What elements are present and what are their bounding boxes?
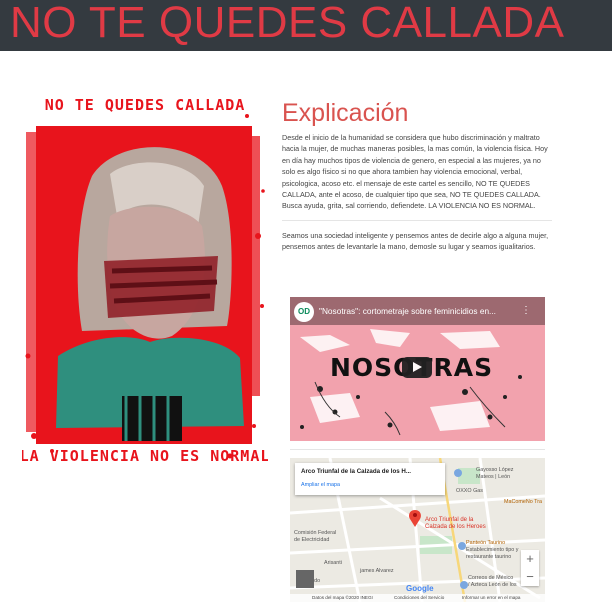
map-label: Gayosso López Mateos | León: [476, 467, 514, 480]
place-title: Arco Triunfal de la Calzada de los H...: [301, 468, 412, 475]
map-label: Comisión Federal de Electricidad: [294, 530, 337, 543]
channel-avatar[interactable]: OD: [294, 302, 314, 322]
map-label: Correos de México / Azteca León de los: [468, 575, 517, 588]
map-label: MaComeNo Tra: [504, 499, 543, 505]
map-pin-label: Arco Triunfal de la Calzada de los Heroe…: [425, 517, 486, 530]
map-data-text: Datos del mapa ©2020 INEGI: [312, 595, 373, 600]
zoom-in-button[interactable]: +: [521, 550, 539, 568]
divider: [290, 449, 545, 450]
enlarge-map-link[interactable]: Ampliar el mapa: [301, 482, 340, 488]
map-footer: Datos del mapa ©2020 INEGI Condiciones d…: [290, 594, 545, 602]
explanation-paragraph-1: Desde el inicio de la humanidad se consi…: [282, 133, 548, 211]
street-view-icon[interactable]: [296, 570, 314, 588]
zoom-control: + −: [521, 550, 539, 586]
more-vert-icon[interactable]: ⋮: [521, 305, 531, 316]
divider: [282, 219, 552, 221]
explanation-title: Explicación: [282, 99, 409, 127]
map-label: james Alvarez: [360, 568, 394, 574]
video-title[interactable]: "Nosotras": cortometraje sobre feminicid…: [319, 306, 521, 316]
poster-top-text: NO TE QUEDES CALLADA: [45, 96, 246, 114]
explanation-paragraph-2: Seamos una sociedad inteligente y pensem…: [282, 230, 549, 252]
map-label: OXXO Gas: [456, 488, 483, 494]
play-icon[interactable]: [402, 357, 432, 378]
report-error-link[interactable]: Informar un error en el mapa: [462, 595, 520, 600]
map-label: Panteón Taurino: [466, 540, 506, 546]
google-logo: Google: [406, 584, 434, 593]
poster-image: NO TE QUEDES CALLADA LA VIOLENCIA NO ES …: [22, 96, 268, 494]
terms-link[interactable]: Condiciones del Servicio: [394, 595, 444, 600]
map-label: Arisanti: [324, 560, 342, 566]
site-header: NO TE QUEDES CALLADA: [0, 0, 612, 51]
site-title: NO TE QUEDES CALLADA: [10, 0, 565, 47]
explanation-section: Explicación Desde el inicio de la humani…: [282, 97, 552, 253]
zoom-out-button[interactable]: −: [521, 568, 539, 586]
map-label: Establecimiento tipo y restaurante tauri…: [466, 547, 519, 560]
place-card: Arco Triunfal de la Calzada de los H... …: [295, 463, 445, 495]
map-embed[interactable]: Arco Triunfal de la Calzada de los H... …: [290, 458, 545, 602]
video-embed[interactable]: OD "Nosotras": cortometraje sobre femini…: [290, 297, 545, 441]
poster-bottom-text: LA VIOLENCIA NO ES NORMAL: [22, 447, 268, 465]
